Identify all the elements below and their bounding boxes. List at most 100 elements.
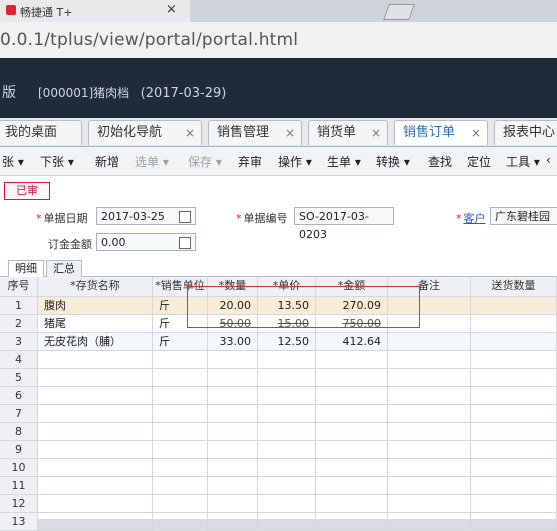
table-cell[interactable]: 斤 bbox=[153, 333, 208, 351]
table-cell[interactable] bbox=[208, 369, 258, 387]
tab-sales-mgmt[interactable]: 销售管理 × bbox=[208, 120, 302, 145]
table-cell[interactable] bbox=[208, 513, 258, 531]
table-cell[interactable] bbox=[208, 459, 258, 477]
table-cell[interactable] bbox=[388, 459, 471, 477]
tab-init-guide[interactable]: 初始化导航 × bbox=[88, 120, 202, 145]
table-cell[interactable] bbox=[208, 387, 258, 405]
table-cell[interactable] bbox=[471, 369, 557, 387]
close-icon[interactable]: × bbox=[285, 121, 295, 145]
table-cell[interactable] bbox=[388, 405, 471, 423]
table-cell[interactable] bbox=[258, 477, 316, 495]
table-cell[interactable] bbox=[38, 495, 153, 513]
table-cell[interactable] bbox=[471, 405, 557, 423]
table-cell[interactable] bbox=[258, 423, 316, 441]
tab-my-desktop[interactable]: 我的桌面 bbox=[0, 120, 82, 145]
scroll-left-icon[interactable]: ‹ bbox=[546, 153, 551, 167]
new-tab-button[interactable] bbox=[383, 4, 415, 20]
table-cell[interactable] bbox=[38, 477, 153, 495]
calculator-icon[interactable] bbox=[179, 237, 191, 249]
tools-button[interactable]: 工具 ▾ bbox=[506, 153, 540, 170]
deposit-field[interactable]: 0.00 bbox=[96, 233, 196, 251]
table-cell[interactable]: 412.64 bbox=[316, 333, 388, 351]
table-cell[interactable] bbox=[153, 405, 208, 423]
tab-detail[interactable]: 明细 bbox=[8, 260, 44, 277]
close-icon[interactable]: × bbox=[471, 121, 481, 145]
table-cell[interactable] bbox=[38, 387, 153, 405]
table-cell[interactable] bbox=[316, 477, 388, 495]
table-cell[interactable] bbox=[153, 387, 208, 405]
unaudit-button[interactable]: 弃审 bbox=[238, 153, 262, 170]
table-cell[interactable] bbox=[38, 459, 153, 477]
table-cell[interactable] bbox=[316, 369, 388, 387]
table-cell[interactable] bbox=[471, 459, 557, 477]
table-cell[interactable] bbox=[258, 459, 316, 477]
col-seq-header[interactable]: 序号 bbox=[0, 277, 38, 297]
table-cell[interactable] bbox=[471, 441, 557, 459]
table-cell[interactable] bbox=[316, 405, 388, 423]
address-bar[interactable]: 0.0.1/tplus/view/portal/portal.html bbox=[0, 22, 557, 59]
table-cell[interactable] bbox=[208, 405, 258, 423]
table-cell[interactable] bbox=[388, 351, 471, 369]
table-cell[interactable]: 无皮花肉（脯） bbox=[38, 333, 153, 351]
table-cell[interactable] bbox=[208, 351, 258, 369]
browser-tab[interactable]: 畅捷通 T+ × bbox=[0, 0, 190, 23]
table-cell[interactable] bbox=[258, 369, 316, 387]
table-cell[interactable] bbox=[153, 423, 208, 441]
table-cell[interactable]: 12.50 bbox=[258, 333, 316, 351]
table-cell[interactable] bbox=[471, 495, 557, 513]
table-cell[interactable] bbox=[471, 477, 557, 495]
save-button[interactable]: 保存 ▾ bbox=[188, 153, 222, 170]
table-cell[interactable] bbox=[38, 423, 153, 441]
customer-field[interactable]: 广东碧桂园小 bbox=[490, 207, 557, 225]
address-url[interactable]: 0.0.1/tplus/view/portal/portal.html bbox=[0, 30, 298, 50]
table-cell[interactable] bbox=[388, 477, 471, 495]
table-cell[interactable] bbox=[316, 441, 388, 459]
table-cell[interactable] bbox=[208, 495, 258, 513]
prev-button[interactable]: 张 ▾ bbox=[2, 153, 24, 170]
table-cell[interactable] bbox=[38, 441, 153, 459]
generate-doc-button[interactable]: 生单 ▾ bbox=[327, 153, 361, 170]
calendar-icon[interactable] bbox=[179, 211, 191, 223]
table-cell[interactable] bbox=[316, 423, 388, 441]
table-cell[interactable] bbox=[388, 387, 471, 405]
close-icon[interactable]: × bbox=[371, 121, 381, 145]
table-cell[interactable] bbox=[316, 513, 388, 531]
table-cell[interactable] bbox=[258, 441, 316, 459]
table-cell[interactable] bbox=[38, 369, 153, 387]
table-cell[interactable] bbox=[38, 405, 153, 423]
tab-sales-order[interactable]: 销售订单 × bbox=[394, 120, 488, 145]
browser-tab-close-icon[interactable]: × bbox=[166, 2, 177, 17]
table-cell[interactable] bbox=[153, 441, 208, 459]
table-cell[interactable] bbox=[471, 387, 557, 405]
table-cell[interactable] bbox=[471, 297, 557, 315]
table-cell[interactable] bbox=[208, 441, 258, 459]
table-cell[interactable] bbox=[471, 333, 557, 351]
tab-report-center[interactable]: 报表中心 bbox=[494, 120, 557, 145]
table-cell[interactable] bbox=[388, 333, 471, 351]
table-cell[interactable] bbox=[316, 459, 388, 477]
table-cell[interactable] bbox=[258, 495, 316, 513]
operate-button[interactable]: 操作 ▾ bbox=[278, 153, 312, 170]
table-cell[interactable] bbox=[316, 387, 388, 405]
table-cell[interactable] bbox=[388, 369, 471, 387]
table-cell[interactable] bbox=[208, 423, 258, 441]
convert-button[interactable]: 转换 ▾ bbox=[376, 153, 410, 170]
table-cell[interactable] bbox=[38, 351, 153, 369]
next-button[interactable]: 下张 ▾ bbox=[40, 153, 74, 170]
col-item-name-header[interactable]: *存货名称 bbox=[38, 277, 153, 297]
col-ship-qty-header[interactable]: 送货数量 bbox=[471, 277, 557, 297]
table-cell[interactable] bbox=[388, 495, 471, 513]
table-cell[interactable] bbox=[38, 513, 153, 531]
locate-button[interactable]: 定位 bbox=[467, 153, 491, 170]
close-icon[interactable]: × bbox=[185, 121, 195, 145]
table-cell[interactable]: 猪尾 bbox=[38, 315, 153, 333]
table-cell[interactable] bbox=[153, 351, 208, 369]
table-cell[interactable] bbox=[153, 477, 208, 495]
table-cell[interactable] bbox=[471, 351, 557, 369]
table-cell[interactable] bbox=[258, 351, 316, 369]
doc-no-field[interactable]: SO-2017-03-0203 bbox=[294, 207, 394, 241]
table-cell[interactable] bbox=[208, 477, 258, 495]
table-cell[interactable] bbox=[258, 405, 316, 423]
table-cell[interactable] bbox=[471, 315, 557, 333]
table-cell[interactable] bbox=[153, 369, 208, 387]
